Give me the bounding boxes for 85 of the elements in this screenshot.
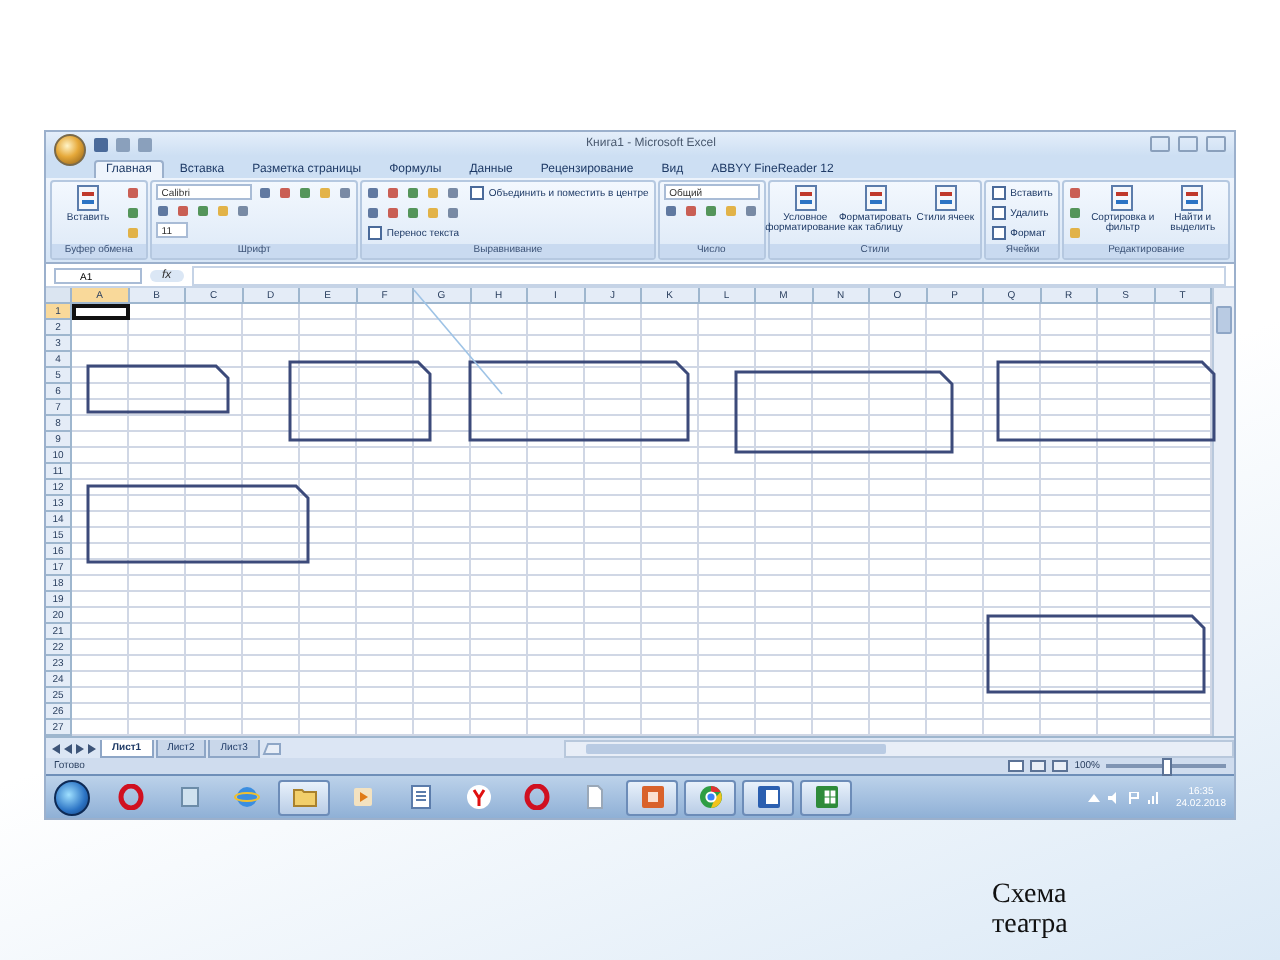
- toolbar-icon[interactable]: [743, 203, 760, 219]
- toolbar-icon[interactable]: [703, 203, 720, 219]
- office-button[interactable]: [54, 134, 86, 166]
- page-break-icon[interactable]: [1052, 760, 1069, 772]
- toolbar-icon[interactable]: [446, 205, 463, 221]
- vertical-scrollbar[interactable]: [1212, 288, 1234, 736]
- toolbar-icon[interactable]: [1068, 225, 1085, 241]
- normal-view-icon[interactable]: [1008, 760, 1025, 772]
- document-icon: [861, 184, 890, 212]
- toolbar-icon[interactable]: [126, 205, 142, 221]
- snipped-rectangle-shape[interactable]: [86, 364, 230, 414]
- snipped-rectangle-shape[interactable]: [86, 484, 310, 564]
- toolbar-icon[interactable]: [406, 185, 423, 201]
- taskbar-app-button[interactable]: [742, 779, 794, 815]
- text-document-icon: [755, 784, 781, 810]
- toolbar-icon[interactable]: [426, 205, 443, 221]
- snipped-rectangle-shape[interactable]: [468, 360, 690, 442]
- document-icon: [931, 184, 960, 212]
- toolbar-icon[interactable]: [386, 205, 403, 221]
- minimize-button[interactable]: [1150, 136, 1170, 152]
- close-button[interactable]: [1206, 136, 1226, 152]
- toolbar-icon[interactable]: [386, 185, 403, 201]
- toolbar-icon[interactable]: [663, 203, 680, 219]
- zoom-thumb[interactable]: [1162, 758, 1172, 776]
- start-button[interactable]: [54, 779, 90, 815]
- caption-text: Схема театра: [992, 880, 1070, 940]
- folder-icon: [291, 784, 317, 810]
- toolbar-icon[interactable]: [317, 185, 334, 201]
- save-icon[interactable]: [94, 137, 108, 151]
- speaker-icon[interactable]: [1107, 791, 1120, 803]
- blank-page-icon: [581, 784, 607, 810]
- up-arrow-icon[interactable]: [1087, 791, 1100, 803]
- taskbar-app-button[interactable]: [626, 779, 678, 815]
- document-icon: [1108, 184, 1137, 212]
- signal-icon[interactable]: [1147, 791, 1160, 803]
- snipped-rectangle-shape[interactable]: [996, 360, 1216, 442]
- maximize-button[interactable]: [1178, 136, 1198, 152]
- y-logo-icon: [465, 784, 491, 810]
- formula-input[interactable]: [191, 265, 1226, 285]
- toolbar-icon[interactable]: [195, 203, 212, 219]
- toolbar-icon[interactable]: [215, 203, 232, 219]
- presentation-icon: [639, 784, 665, 810]
- toolbar-icon[interactable]: [366, 205, 383, 221]
- toolbar-icon[interactable]: [723, 203, 740, 219]
- document-icon: [791, 184, 820, 212]
- toolbar-icon[interactable]: [297, 185, 314, 201]
- ring-icon: [117, 784, 143, 810]
- taskbar-app-button[interactable]: [278, 779, 330, 815]
- play-icon: [349, 784, 375, 810]
- toolbar-icon[interactable]: [426, 185, 443, 201]
- toolbar-icon[interactable]: [277, 185, 294, 201]
- snipped-rectangle-shape[interactable]: [734, 370, 954, 454]
- toolbar-icon[interactable]: [683, 203, 700, 219]
- active-cell[interactable]: [72, 304, 129, 320]
- leader-line: [413, 289, 503, 395]
- snipped-rectangle-shape[interactable]: [288, 360, 432, 442]
- toolbar-icon[interactable]: [337, 185, 354, 201]
- toolbar-icon[interactable]: [366, 185, 383, 201]
- browser-icon: [697, 784, 723, 810]
- toolbar-icon[interactable]: [126, 225, 142, 241]
- toolbar-icon[interactable]: [126, 185, 142, 201]
- page-layout-icon[interactable]: [1030, 760, 1047, 772]
- undo-icon[interactable]: [116, 137, 130, 151]
- toolbar-icon[interactable]: [1068, 185, 1085, 201]
- globe-icon: [233, 784, 259, 810]
- cell-grid[interactable]: [72, 304, 1212, 736]
- spreadsheet-icon: [813, 784, 839, 810]
- redo-icon[interactable]: [138, 137, 152, 151]
- toolbar-icon[interactable]: [257, 185, 274, 201]
- snipped-rectangle-shape[interactable]: [986, 614, 1206, 694]
- sheet-navigation-icon[interactable]: [50, 741, 98, 755]
- document-icon: [407, 784, 433, 810]
- horizontal-scrollbar[interactable]: [563, 739, 1234, 757]
- toolbar-icon[interactable]: [175, 203, 192, 219]
- toolbar-icon[interactable]: [155, 203, 172, 219]
- toolbar-icon[interactable]: [1068, 205, 1085, 221]
- document-icon: [74, 184, 102, 212]
- taskbar-app-button[interactable]: [684, 779, 736, 815]
- document-icon: [1178, 184, 1207, 212]
- toolbar-icon[interactable]: [446, 185, 463, 201]
- toolbar-icon[interactable]: [406, 205, 423, 221]
- flag-icon[interactable]: [1127, 791, 1140, 803]
- taskbar-app-button[interactable]: [800, 779, 852, 815]
- ring-icon: [523, 784, 549, 810]
- toolbar-icon[interactable]: [235, 203, 252, 219]
